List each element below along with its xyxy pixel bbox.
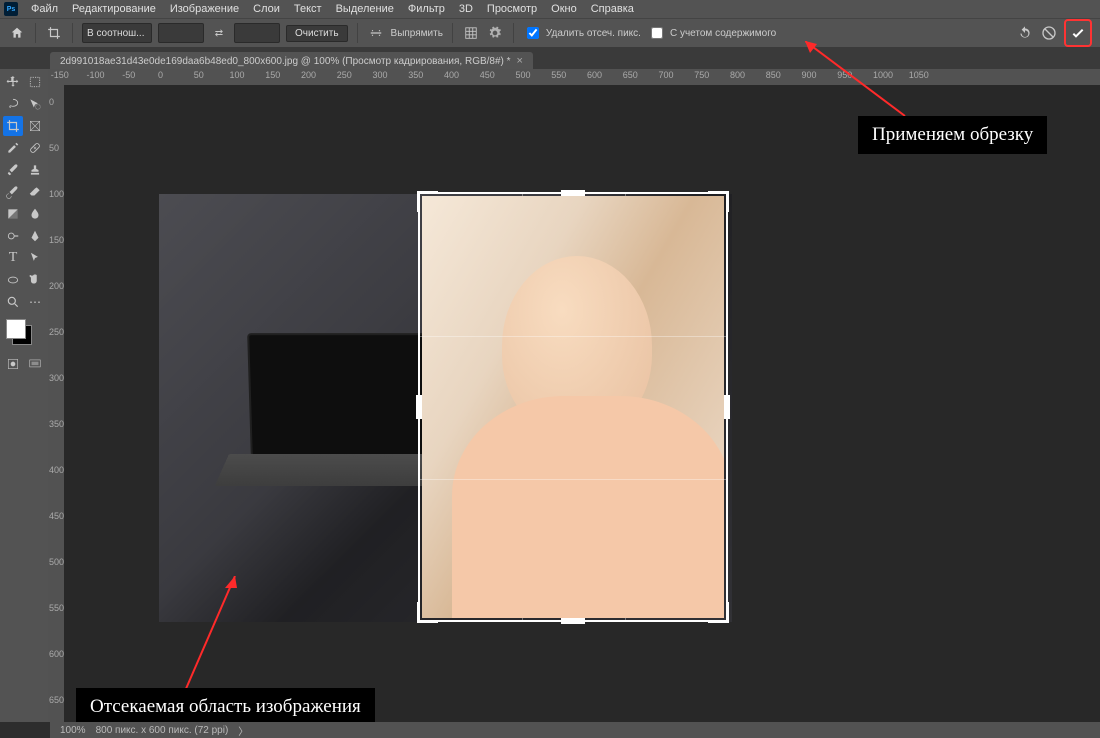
width-input[interactable]	[158, 23, 204, 43]
toolbox: T ⋯	[0, 69, 52, 722]
color-swatch[interactable]	[6, 319, 32, 345]
quick-mask-icon[interactable]	[3, 354, 23, 374]
ruler-vertical: 0501001502002503003504004505005506006507…	[48, 85, 65, 722]
menu-select[interactable]: Выделение	[329, 0, 401, 18]
pen-tool[interactable]	[25, 226, 45, 246]
document-tabs: 2d991018ae31d43e0de169daa6b48ed0_800x600…	[0, 47, 1100, 70]
crop-handle-left[interactable]	[416, 395, 422, 419]
zoom-tool[interactable]	[3, 292, 23, 312]
crop-tool[interactable]	[3, 116, 23, 136]
commit-crop-button[interactable]	[1064, 19, 1092, 47]
menu-layers[interactable]: Слои	[246, 0, 287, 18]
menu-edit[interactable]: Редактирование	[65, 0, 163, 18]
menu-bar: Ps Файл Редактирование Изображение Слои …	[0, 0, 1100, 18]
menu-window[interactable]: Окно	[544, 0, 584, 18]
status-bar: 100% 800 пикс. x 600 пикс. (72 ppi) 〉	[50, 722, 1100, 738]
eyedropper-tool[interactable]	[3, 138, 23, 158]
document-title: 2d991018ae31d43e0de169daa6b48ed0_800x600…	[60, 56, 511, 67]
move-tool[interactable]	[3, 72, 23, 92]
divider	[35, 23, 36, 43]
menu-help[interactable]: Справка	[584, 0, 641, 18]
stamp-tool[interactable]	[25, 160, 45, 180]
menu-view[interactable]: Просмотр	[480, 0, 544, 18]
close-tab-icon[interactable]: ×	[517, 55, 523, 67]
blur-tool[interactable]	[25, 204, 45, 224]
healing-tool[interactable]	[25, 138, 45, 158]
options-bar: В соотнош... ⇄ Очистить Выпрямить Удалит…	[0, 18, 1100, 47]
app-icon: Ps	[4, 2, 18, 16]
overlay-grid-icon[interactable]	[462, 24, 480, 42]
annotation-apply-crop: Применяем обрезку	[858, 116, 1047, 154]
crop-handle-bottom[interactable]	[561, 618, 585, 624]
height-input[interactable]	[234, 23, 280, 43]
eraser-tool[interactable]	[25, 182, 45, 202]
crop-handle-br[interactable]	[708, 602, 729, 623]
crop-handle-tl[interactable]	[417, 191, 438, 212]
ratio-select[interactable]: В соотнош...	[82, 23, 152, 43]
lasso-tool[interactable]	[3, 94, 23, 114]
divider	[452, 23, 453, 43]
ruler-horizontal: -150-100-5005010015020025030035040045050…	[48, 69, 1100, 86]
screen-mode-icon[interactable]	[25, 354, 45, 374]
quick-select-tool[interactable]	[25, 94, 45, 114]
shape-tool[interactable]	[3, 270, 23, 290]
doc-info-chevron-icon[interactable]: 〉	[238, 723, 248, 738]
crop-preview	[422, 196, 724, 618]
straighten-label: Выпрямить	[391, 28, 443, 39]
reset-icon[interactable]	[1016, 24, 1034, 42]
divider	[72, 23, 73, 43]
swap-icon[interactable]: ⇄	[210, 24, 228, 42]
delete-pixels-label: Удалить отсеч. пикс.	[546, 28, 641, 39]
menu-3d[interactable]: 3D	[452, 0, 480, 18]
frame-tool[interactable]	[25, 116, 45, 136]
doc-info[interactable]: 800 пикс. x 600 пикс. (72 ppi)	[96, 725, 229, 736]
type-tool[interactable]: T	[3, 248, 23, 268]
divider	[357, 23, 358, 43]
crop-settings-icon[interactable]	[486, 24, 504, 42]
crop-handle-top[interactable]	[561, 190, 585, 196]
clear-button[interactable]: Очистить	[286, 25, 348, 42]
path-select-tool[interactable]	[25, 248, 45, 268]
edit-toolbar-icon[interactable]: ⋯	[25, 292, 45, 312]
workspace: T ⋯ -150-100-500501001502002503003504004…	[0, 69, 1100, 722]
document-tab[interactable]: 2d991018ae31d43e0de169daa6b48ed0_800x600…	[50, 52, 533, 70]
crop-handle-right[interactable]	[724, 395, 730, 419]
gradient-tool[interactable]	[3, 204, 23, 224]
content-aware-label: С учетом содержимого	[670, 28, 776, 39]
delete-pixels-checkbox[interactable]: Удалить отсеч. пикс.	[523, 24, 641, 42]
annotation-cropped-area: Отсекаемая область изображения	[76, 688, 375, 726]
menu-text[interactable]: Текст	[287, 0, 329, 18]
zoom-level[interactable]: 100%	[60, 725, 86, 736]
content-aware-checkbox[interactable]: С учетом содержимого	[647, 24, 776, 42]
home-icon[interactable]	[8, 24, 26, 42]
crop-selection[interactable]	[418, 192, 728, 622]
dodge-tool[interactable]	[3, 226, 23, 246]
history-brush-tool[interactable]	[3, 182, 23, 202]
menu-file[interactable]: Файл	[24, 0, 65, 18]
straighten-icon[interactable]	[367, 24, 385, 42]
hand-tool[interactable]	[25, 270, 45, 290]
divider	[513, 23, 514, 43]
crop-tool-icon[interactable]	[45, 24, 63, 42]
crop-handle-bl[interactable]	[417, 602, 438, 623]
brush-tool[interactable]	[3, 160, 23, 180]
menu-filter[interactable]: Фильтр	[401, 0, 452, 18]
marquee-tool[interactable]	[25, 72, 45, 92]
cancel-crop-icon[interactable]	[1040, 24, 1058, 42]
menu-image[interactable]: Изображение	[163, 0, 246, 18]
arrow-cropped-area	[175, 576, 265, 706]
crop-handle-tr[interactable]	[708, 191, 729, 212]
